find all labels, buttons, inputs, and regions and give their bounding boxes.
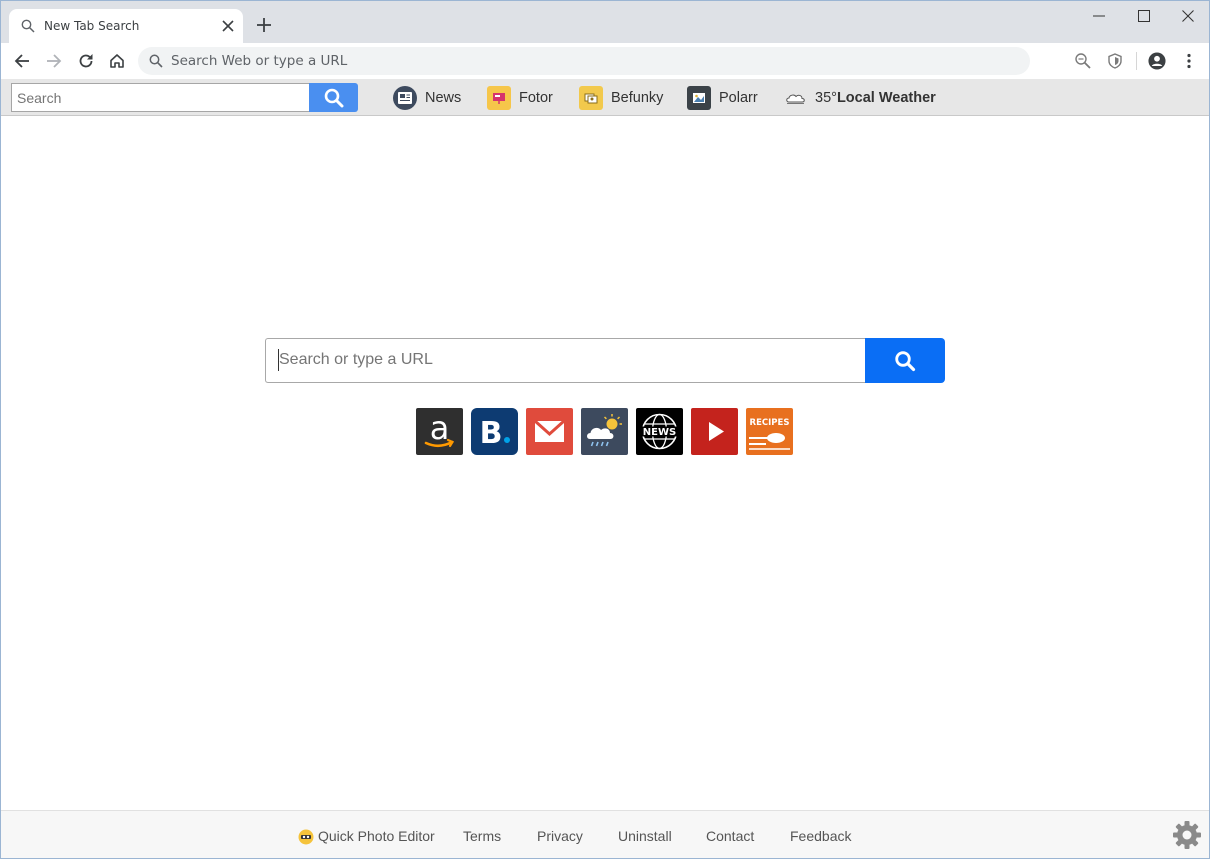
shield-icon[interactable] — [1106, 52, 1124, 70]
close-tab-icon[interactable] — [222, 20, 234, 32]
close-window-icon[interactable] — [1181, 9, 1195, 23]
footer-link-quick-photo-editor[interactable]: Quick Photo Editor — [318, 828, 435, 844]
text-caret — [278, 349, 279, 371]
ext-link-label: Befunky — [611, 90, 664, 106]
weather-cloud-icon — [587, 414, 622, 447]
amazon-shortcut[interactable]: a — [416, 408, 463, 455]
fotor-icon — [487, 86, 511, 110]
search-icon — [149, 54, 163, 68]
main-search-placeholder: Search or type a URL — [279, 351, 433, 368]
search-icon — [895, 350, 916, 371]
polarr-icon — [687, 86, 711, 110]
recipes-icon: RECIPES — [749, 418, 790, 450]
main-search-input[interactable]: Search or type a URL — [265, 338, 865, 383]
news-icon — [393, 86, 417, 110]
ext-link-label: Fotor — [519, 90, 553, 106]
weather-label: Local Weather — [836, 90, 936, 106]
footer-link-terms[interactable]: Terms — [463, 828, 501, 844]
ext-link-label: Polarr — [719, 90, 758, 106]
minimize-icon[interactable] — [1092, 9, 1106, 23]
profile-avatar-icon[interactable] — [1148, 52, 1166, 70]
main-search-form: Search or type a URL — [265, 338, 945, 383]
extension-search-input[interactable]: Search — [11, 83, 309, 112]
booking-icon: B — [480, 416, 510, 451]
svg-text:a: a — [430, 409, 450, 447]
ext-link-befunky[interactable]: Befunky — [579, 85, 663, 111]
toolbar-divider — [1136, 52, 1137, 70]
weather-temperature: 35° — [815, 90, 837, 106]
extension-search-button[interactable] — [309, 83, 358, 112]
news-tile-label: NEWS — [643, 427, 676, 438]
home-icon[interactable] — [108, 52, 126, 70]
ext-link-weather[interactable]: 35° Local Weather — [785, 85, 936, 111]
address-bar[interactable]: Search Web or type a URL — [138, 47, 1030, 75]
footer-link-contact[interactable]: Contact — [706, 828, 754, 844]
footer-link-feedback[interactable]: Feedback — [790, 828, 851, 844]
maximize-icon[interactable] — [1137, 9, 1151, 23]
extension-search-placeholder: Search — [17, 90, 62, 106]
recipes-tile-label: RECIPES — [750, 418, 790, 428]
svg-text:B: B — [480, 416, 503, 451]
weather-shortcut[interactable] — [581, 408, 628, 455]
tab-title: New Tab Search — [44, 19, 140, 33]
play-icon — [709, 422, 724, 441]
tab-strip: New Tab Search — [1, 1, 1209, 43]
search-icon — [324, 88, 343, 107]
page-footer: Quick Photo Editor Terms Privacy Uninsta… — [1, 810, 1209, 858]
footer-link-privacy[interactable]: Privacy — [537, 828, 583, 844]
befunky-icon — [579, 86, 603, 110]
browser-tab[interactable]: New Tab Search — [9, 9, 243, 43]
reload-icon[interactable] — [77, 52, 95, 70]
cloud-icon — [785, 86, 807, 110]
forward-arrow-icon[interactable] — [45, 52, 63, 70]
globe-news-icon: NEWS — [641, 413, 678, 450]
youtube-shortcut[interactable] — [691, 408, 738, 455]
main-search-button[interactable] — [865, 338, 945, 383]
quick-photo-editor-icon — [298, 829, 314, 845]
extension-toolbar: Search News Fotor Befunky Polarr 35° Loc… — [1, 79, 1209, 116]
gmail-shortcut[interactable] — [526, 408, 573, 455]
ext-link-fotor[interactable]: Fotor — [487, 85, 553, 111]
recipes-shortcut[interactable]: RECIPES — [746, 408, 793, 455]
new-tab-icon[interactable] — [257, 18, 271, 32]
gear-icon[interactable] — [1171, 819, 1203, 851]
address-bar-placeholder: Search Web or type a URL — [171, 53, 348, 69]
ext-link-news[interactable]: News — [393, 85, 461, 111]
mail-icon — [533, 419, 566, 442]
news-shortcut[interactable]: NEWS — [636, 408, 683, 455]
booking-shortcut[interactable]: B — [471, 408, 518, 455]
ext-link-polarr[interactable]: Polarr — [687, 85, 758, 111]
back-arrow-icon[interactable] — [13, 52, 31, 70]
search-icon — [21, 19, 35, 33]
amazon-icon: a — [424, 409, 455, 448]
footer-link-uninstall[interactable]: Uninstall — [618, 828, 672, 844]
zoom-icon[interactable] — [1074, 52, 1092, 70]
more-menu-icon[interactable] — [1180, 52, 1198, 70]
ext-link-label: News — [425, 90, 462, 106]
browser-toolbar: Search Web or type a URL — [1, 43, 1209, 79]
